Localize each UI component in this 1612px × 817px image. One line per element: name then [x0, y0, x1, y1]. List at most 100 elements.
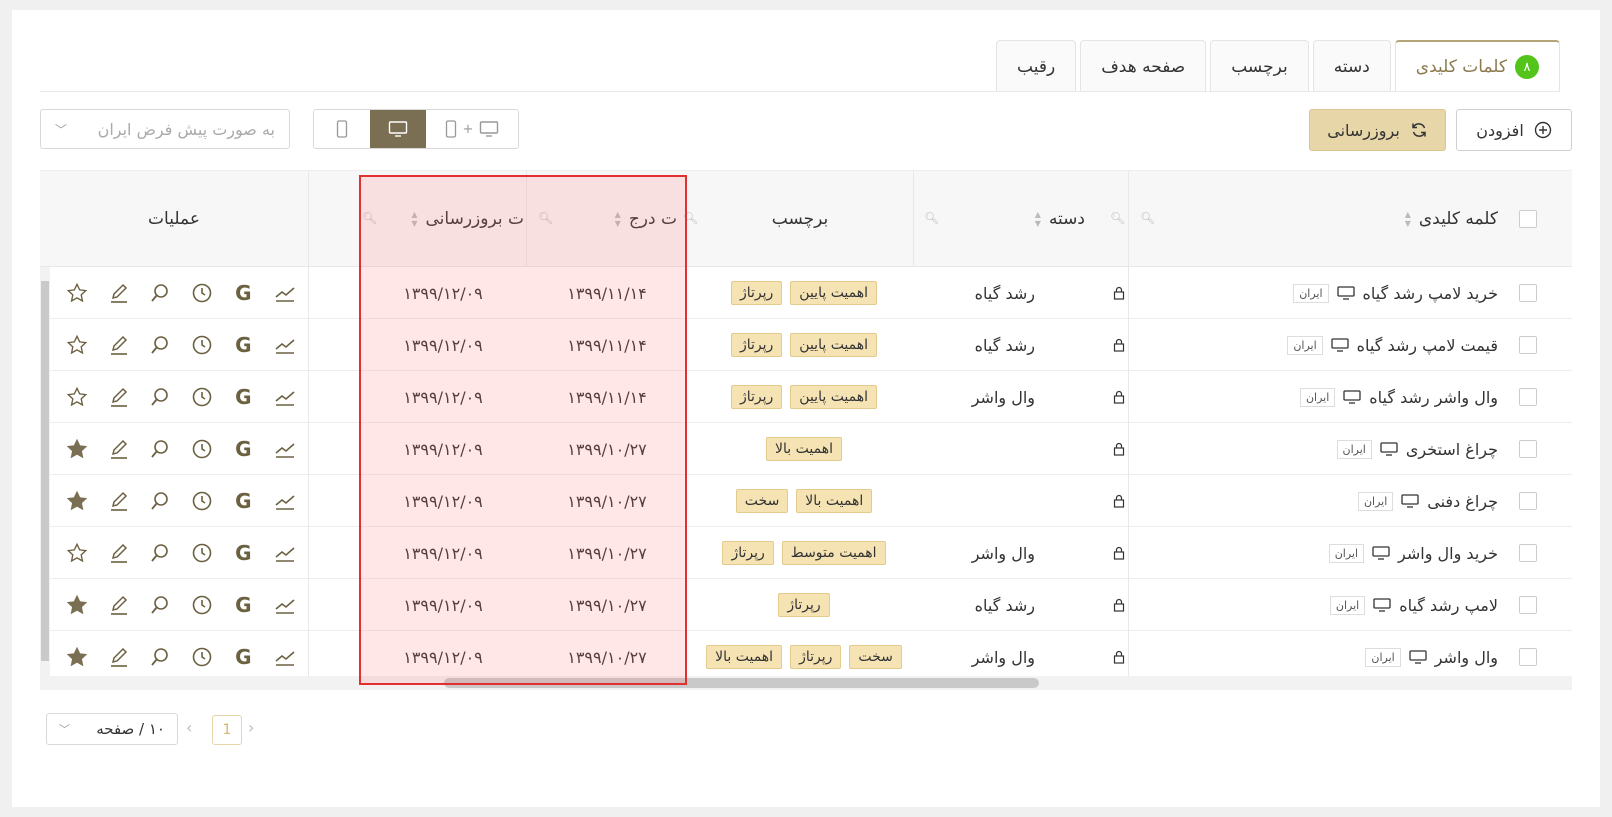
header-keyword[interactable]: کلمه کلیدی ▲ ▼ [1130, 171, 1502, 267]
tab-keywords[interactable]: ۸ کلمات کلیدی [1394, 40, 1560, 92]
tab-label: صفحه هدف [1101, 56, 1186, 77]
row-checkbox[interactable] [1519, 336, 1537, 354]
tab-target-page[interactable]: صفحه هدف [1080, 40, 1207, 92]
edit-icon[interactable] [106, 540, 132, 566]
edit-icon[interactable] [106, 384, 132, 410]
search-icon[interactable]: 🔍︎ [538, 211, 553, 225]
operations-cell: G [40, 423, 308, 474]
row-checkbox[interactable] [1519, 284, 1537, 302]
google-icon[interactable]: G [230, 592, 256, 618]
search-icon[interactable] [147, 436, 173, 462]
star-icon[interactable] [64, 280, 90, 306]
tags-cell: اهمیت بالا [687, 423, 913, 475]
vertical-scrollbar[interactable] [40, 267, 50, 677]
history-icon[interactable] [189, 540, 215, 566]
history-icon[interactable] [189, 384, 215, 410]
tab-tag[interactable]: برچسب [1210, 40, 1309, 92]
star-icon[interactable] [64, 332, 90, 358]
chart-icon[interactable] [272, 332, 298, 358]
chart-icon[interactable] [272, 540, 298, 566]
star-filled-icon[interactable] [64, 644, 90, 670]
row-checkbox[interactable] [1519, 544, 1537, 562]
next-page-icon[interactable]: › [248, 718, 254, 737]
desktop-icon [1331, 338, 1349, 352]
sort-icon[interactable]: ▲ ▼ [615, 210, 621, 228]
chart-icon[interactable] [272, 384, 298, 410]
device-mobile-option[interactable] [314, 110, 370, 148]
row-checkbox[interactable] [1519, 648, 1537, 666]
chart-icon[interactable] [272, 592, 298, 618]
edit-icon[interactable] [106, 332, 132, 358]
row-checkbox[interactable] [1519, 596, 1537, 614]
device-all-option[interactable]: + [426, 110, 518, 148]
history-icon[interactable] [189, 644, 215, 670]
tab-competitor[interactable]: رقیب [996, 40, 1077, 92]
edit-icon[interactable] [106, 280, 132, 306]
search-icon[interactable] [147, 332, 173, 358]
row-checkbox[interactable] [1519, 388, 1537, 406]
google-icon[interactable]: G [230, 384, 256, 410]
chart-icon[interactable] [272, 436, 298, 462]
region-select[interactable]: به صورت پیش فرض ایران ﹀ [40, 109, 290, 149]
horizontal-scrollbar[interactable] [40, 676, 1572, 690]
history-icon[interactable] [189, 488, 215, 514]
update-date-text: ۱۳۹۹/۱۲/۰۹ [403, 647, 483, 667]
search-icon[interactable] [147, 644, 173, 670]
sort-icon[interactable]: ▲ ▼ [411, 210, 417, 228]
chart-icon[interactable] [272, 280, 298, 306]
page-size-select[interactable]: ۱۰ / صفحه ﹀ [46, 713, 178, 745]
history-icon[interactable] [189, 280, 215, 306]
history-icon[interactable] [189, 592, 215, 618]
vertical-scroll-thumb[interactable] [41, 281, 49, 661]
tab-category[interactable]: دسته [1312, 40, 1391, 92]
row-checkbox[interactable] [1519, 492, 1537, 510]
search-icon[interactable]: 🔍︎ [924, 211, 939, 225]
search-icon[interactable] [147, 384, 173, 410]
tag-badge: اهمیت بالا [796, 489, 873, 513]
search-icon[interactable] [147, 488, 173, 514]
google-icon[interactable]: G [230, 436, 256, 462]
search-icon[interactable] [147, 592, 173, 618]
sort-icon[interactable]: ▲ ▼ [1035, 210, 1041, 228]
star-filled-icon[interactable] [64, 436, 90, 462]
device-desktop-option[interactable] [370, 110, 426, 148]
sort-icon[interactable]: ▲ ▼ [1405, 210, 1411, 228]
refresh-button[interactable]: بروزرسانی [1309, 109, 1446, 151]
edit-icon[interactable] [106, 644, 132, 670]
region-tag: ایران [1357, 491, 1394, 511]
search-icon[interactable]: 🔍︎ [362, 211, 377, 225]
select-all-checkbox[interactable] [1519, 210, 1537, 228]
update-date-text: ۱۳۹۹/۱۲/۰۹ [403, 595, 483, 615]
google-icon[interactable]: G [230, 644, 256, 670]
edit-icon[interactable] [106, 436, 132, 462]
chart-icon[interactable] [272, 488, 298, 514]
chart-icon[interactable] [272, 644, 298, 670]
row-checkbox[interactable] [1519, 440, 1537, 458]
edit-icon[interactable] [106, 592, 132, 618]
google-icon[interactable]: G [230, 488, 256, 514]
add-button[interactable]: افزودن [1456, 109, 1572, 151]
row-select-cell [1498, 527, 1558, 579]
star-filled-icon[interactable] [64, 592, 90, 618]
desktop-icon [1401, 494, 1419, 508]
history-icon[interactable] [189, 332, 215, 358]
edit-icon[interactable] [106, 488, 132, 514]
google-icon[interactable]: G [230, 332, 256, 358]
search-icon[interactable]: 🔍︎ [1140, 211, 1155, 225]
google-icon[interactable]: G [230, 280, 256, 306]
search-icon[interactable] [147, 540, 173, 566]
header-category[interactable]: دسته ▲ ▼ [915, 171, 1095, 267]
search-icon[interactable] [147, 280, 173, 306]
star-filled-icon[interactable] [64, 488, 90, 514]
star-icon[interactable] [64, 384, 90, 410]
search-icon[interactable]: 🔍︎ [1110, 211, 1125, 225]
horizontal-scroll-thumb[interactable] [444, 678, 1039, 688]
google-icon[interactable]: G [230, 540, 256, 566]
history-icon[interactable] [189, 436, 215, 462]
prev-page-icon[interactable]: ‹ [186, 718, 192, 737]
star-icon[interactable] [64, 540, 90, 566]
desktop-icon [1380, 442, 1398, 456]
header-update-date[interactable]: ت بروزرسانی ▲ ▼ [360, 171, 526, 267]
update-date-cell: ۱۳۹۹/۱۲/۰۹ [360, 579, 526, 631]
current-page-button[interactable]: 1 [212, 715, 242, 745]
